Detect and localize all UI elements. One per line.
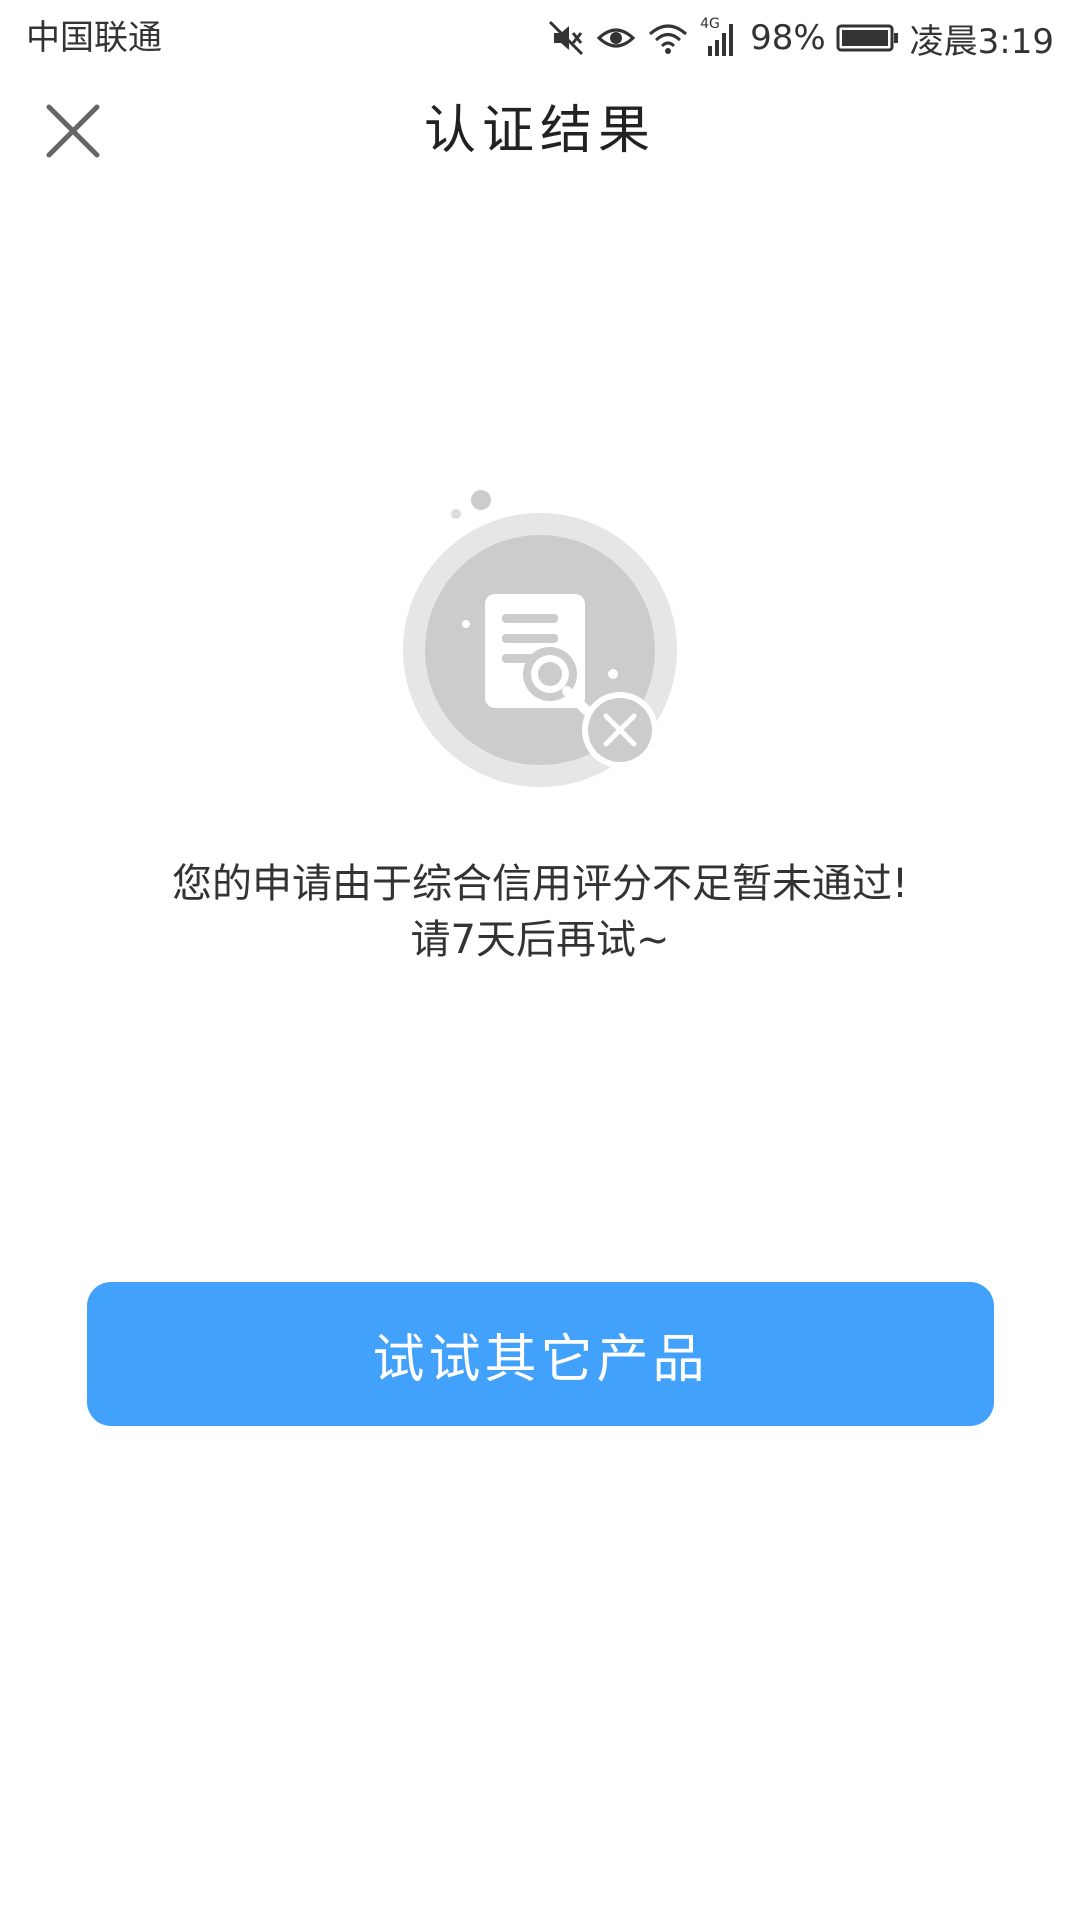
result-message-line2: 请7天后再试~ [410,917,670,963]
status-bar: 中国联通 4G 98% 凌晨3:19 [0,0,1080,76]
clock-time: 凌晨3:19 [909,21,1054,62]
header: 认证结果 [0,76,1080,196]
page-title: 认证结果 [423,101,656,161]
carrier-name: 中国联通 [26,18,162,58]
result-message-line1: 您的申请由于综合信用评分不足暂未通过! [171,861,909,907]
status-icons: 4G 98% 凌晨3:19 [546,12,1054,64]
result-message: 您的申请由于综合信用评分不足暂未通过! 请7天后再试~ [60,856,1020,968]
document-search-rejected-icon [390,480,700,790]
wifi-icon [646,18,690,58]
eye-icon [596,18,636,58]
battery-percent: 98% [750,18,826,58]
mute-icon [546,18,586,58]
signal-icon: 4G [700,16,740,58]
network-type: 4G [700,16,720,32]
battery-icon [836,20,900,56]
try-other-products-button[interactable]: 试试其它产品 [87,1282,994,1426]
